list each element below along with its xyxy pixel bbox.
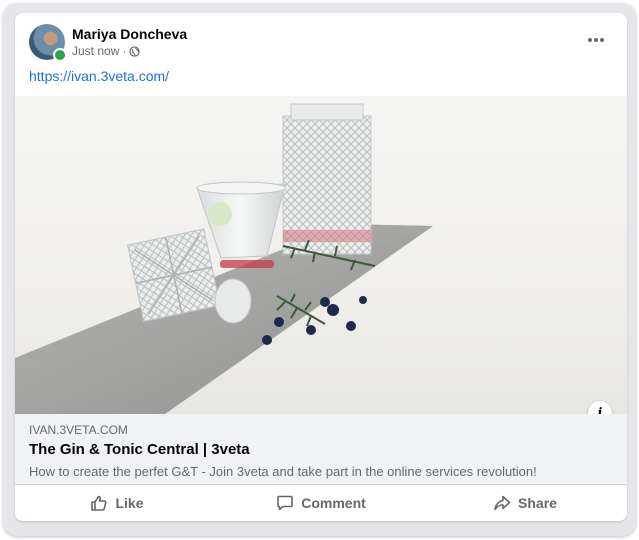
more-options-button[interactable] [581,27,611,53]
preview-description: How to create the perfet G&T - Join 3vet… [29,464,537,479]
post-card: Mariya Doncheva Just now · https://ivan.… [15,13,627,521]
post-link[interactable]: https://ivan.3veta.com/ [29,68,169,84]
preview-domain: IVAN.3VETA.COM [29,423,128,437]
like-label: Like [115,495,144,511]
globe-icon[interactable] [129,45,141,57]
post-timestamp[interactable]: Just now [72,44,119,58]
share-label: Share [518,495,557,511]
window-frame: Mariya Doncheva Just now · https://ivan.… [3,3,636,536]
like-button[interactable]: Like [15,485,219,521]
post-meta: Just now · [72,44,141,58]
meta-separator: · [122,44,127,58]
comment-button[interactable]: Comment [219,485,423,521]
preview-title[interactable]: The Gin & Tonic Central | 3veta [29,441,250,458]
author-name[interactable]: Mariya Doncheva [72,26,187,42]
share-icon [494,495,511,511]
comment-icon [277,495,294,511]
more-options-icon [588,38,604,42]
link-preview-image[interactable] [15,96,627,414]
comment-label: Comment [301,495,366,511]
online-status-dot [53,48,67,62]
link-preview-details[interactable]: IVAN.3VETA.COM The Gin & Tonic Central |… [15,414,627,485]
share-button[interactable]: Share [423,485,627,521]
gin-tonic-photo [15,103,433,414]
thumbs-up-icon [91,495,107,511]
post-actions-bar: Like Comment Share [15,485,627,521]
